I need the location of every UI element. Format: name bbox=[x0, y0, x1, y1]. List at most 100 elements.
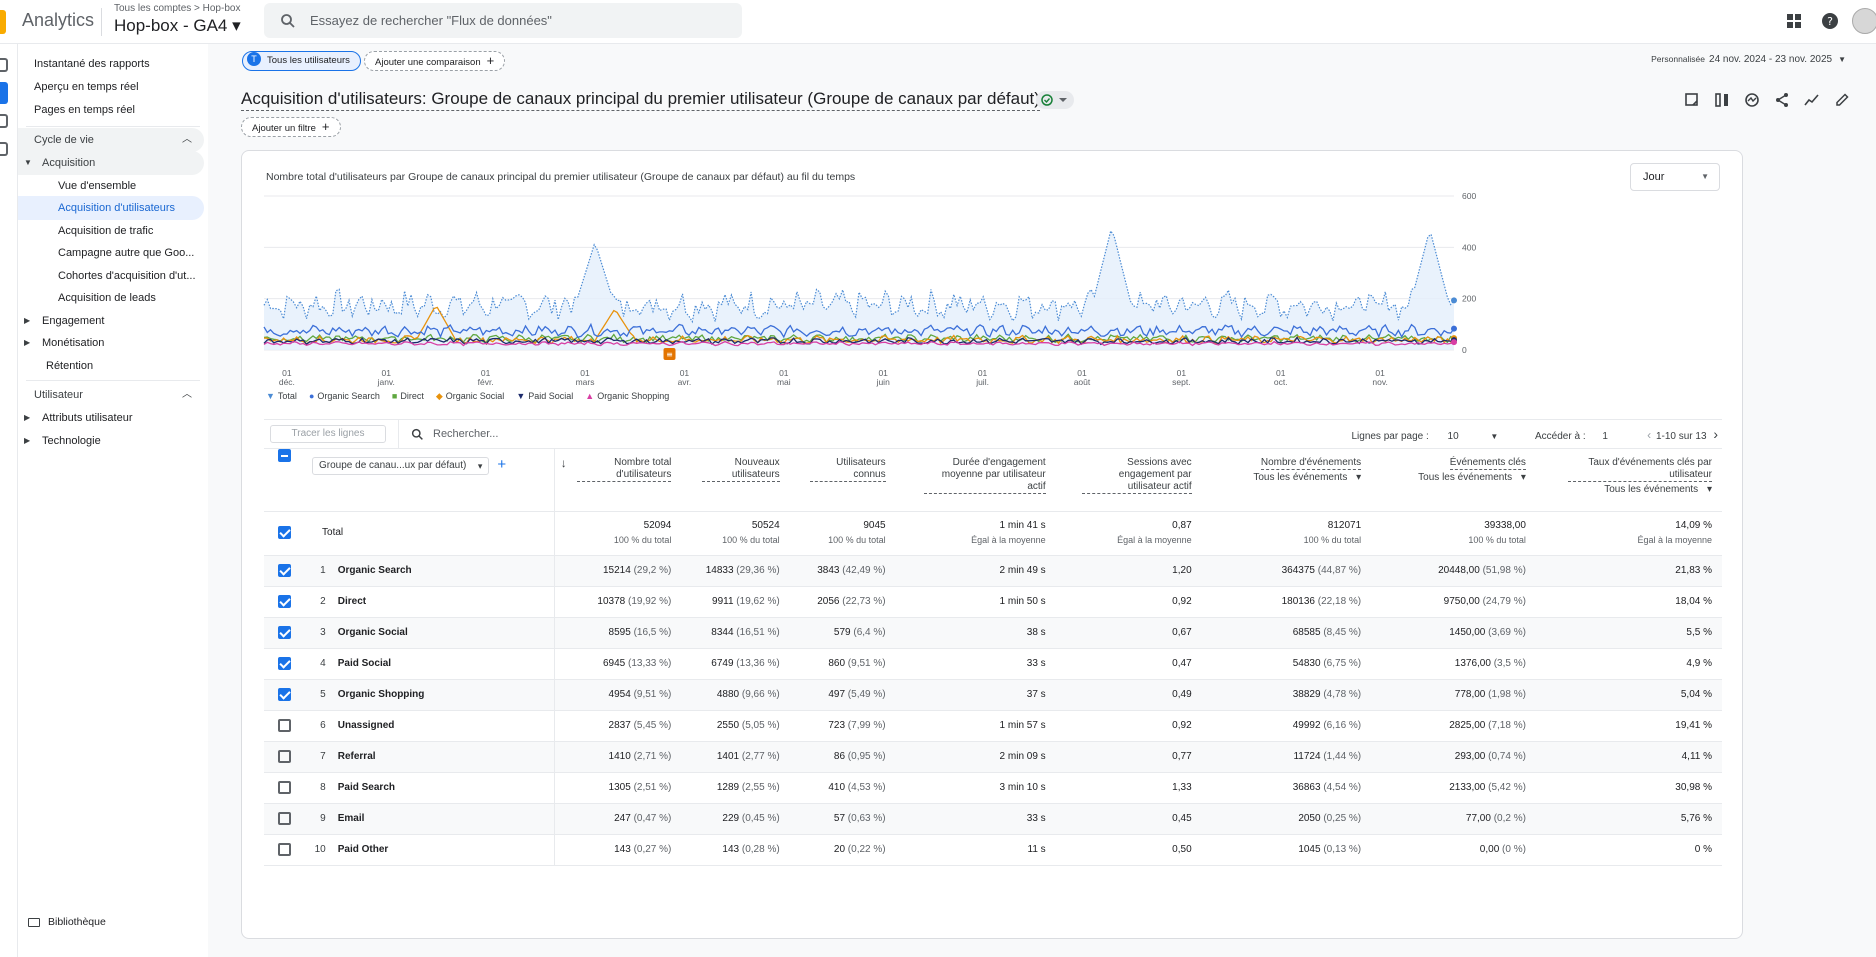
sidebar-item-realtime-overview[interactable]: Aperçu en temps réel bbox=[18, 75, 204, 99]
cell-percentage: (0,63 %) bbox=[845, 813, 886, 824]
top-bar: Analytics Tous les comptes > Hop-box Hop… bbox=[0, 0, 1876, 44]
row-checkbox[interactable] bbox=[277, 843, 291, 856]
trend-icon[interactable] bbox=[1804, 92, 1820, 108]
add-dimension-icon[interactable]: + bbox=[497, 456, 506, 473]
reports-icon[interactable] bbox=[0, 82, 8, 104]
row-checkbox[interactable] bbox=[277, 812, 291, 825]
legend-item[interactable]: ■ Direct bbox=[392, 391, 424, 401]
avatar[interactable] bbox=[1852, 8, 1876, 34]
sidebar-library[interactable]: Bibliothèque bbox=[28, 916, 106, 928]
trace-rows-button[interactable]: Tracer les lignes bbox=[270, 425, 386, 443]
sidebar-item-user-attributes[interactable]: ▶ Attributs utilisateur bbox=[18, 406, 204, 430]
event-select[interactable]: Tous les événements ▾ bbox=[1202, 472, 1361, 484]
sidebar-item-monetisation[interactable]: ▶ Monétisation bbox=[18, 331, 204, 355]
sidebar-item-acquisition-cohorts[interactable]: Cohortes d'acquisition d'ut... bbox=[18, 264, 204, 288]
goto-input[interactable]: 1 bbox=[1602, 422, 1636, 451]
table-cell: 143 (0,28 %) bbox=[681, 834, 790, 866]
advertising-icon[interactable] bbox=[0, 142, 8, 156]
table-row[interactable]: 8 Paid Search 1305 (2,51 %) 1289 (2,55 %) 41… bbox=[264, 772, 1722, 804]
sidebar-item-retention[interactable]: Rétention bbox=[18, 354, 204, 378]
cell-value: 3 min 10 s bbox=[999, 782, 1046, 793]
analytics-logo-icon[interactable] bbox=[0, 10, 6, 34]
column-header[interactable]: Événements clés Tous les événements ▾ bbox=[1371, 449, 1536, 512]
column-header[interactable]: Durée d'engagement moyenne par utilisate… bbox=[895, 449, 1056, 512]
property-selector[interactable]: Hop-box - GA4 ▾ bbox=[114, 16, 241, 36]
sidebar-item-engagement[interactable]: ▶ Engagement bbox=[18, 309, 204, 333]
dimension-select[interactable]: Groupe de canau...ux par défaut) bbox=[312, 457, 490, 475]
sidebar-item-realtime-pages[interactable]: Pages en temps réel bbox=[18, 98, 204, 122]
table-search-input[interactable]: Rechercher... bbox=[398, 420, 798, 449]
table-row[interactable]: 3 Organic Social 8595 (16,5 %) 8344 (16,51 … bbox=[264, 617, 1722, 649]
x-tick-month: août bbox=[1074, 377, 1091, 387]
total-value: 39338,00 bbox=[1484, 520, 1526, 531]
row-checkbox[interactable] bbox=[277, 626, 291, 639]
legend-item[interactable]: ▼ Total bbox=[266, 391, 297, 401]
table-row[interactable]: 4 Paid Social 6945 (13,33 %) 6749 (13,36 %)… bbox=[264, 648, 1722, 680]
column-header[interactable]: Sessions avec engagement par utilisateur… bbox=[1055, 449, 1202, 512]
select-all-checkbox[interactable] bbox=[277, 449, 291, 462]
row-checkbox[interactable] bbox=[277, 719, 291, 732]
sidebar-section-user[interactable]: Utilisateur ︿ bbox=[18, 383, 204, 407]
cell-value: 2825,00 bbox=[1449, 720, 1486, 731]
sidebar-item-non-google-campaign[interactable]: Campagne autre que Goo... bbox=[18, 241, 204, 265]
column-header[interactable]: Nouveaux utilisateurs bbox=[681, 449, 790, 512]
chevron-right-icon[interactable]: › bbox=[1713, 426, 1718, 442]
table-row[interactable]: 2 Direct 10378 (19,92 %) 9911 (19,62 %) 2056… bbox=[264, 586, 1722, 618]
all-users-chip[interactable]: T Tous les utilisateurs bbox=[242, 51, 361, 71]
apps-grid-icon[interactable] bbox=[1784, 11, 1804, 31]
rows-per-page-label: Lignes par page : bbox=[1351, 431, 1429, 442]
sort-arrow-icon[interactable]: ↓ bbox=[561, 457, 567, 469]
compare-icon[interactable] bbox=[1714, 92, 1730, 108]
legend-item[interactable]: ◆ Organic Social bbox=[436, 391, 504, 401]
total-cell: 52094 100 % du total bbox=[554, 511, 682, 556]
sidebar-item-snapshot[interactable]: Instantané des rapports bbox=[18, 52, 204, 76]
pencil-icon[interactable] bbox=[1834, 92, 1850, 108]
legend-item[interactable]: ▲ Organic Shopping bbox=[585, 391, 669, 401]
table-row[interactable]: 10 Paid Other 143 (0,27 %) 143 (0,28 %) 20 (… bbox=[264, 834, 1722, 866]
add-filter-button[interactable]: Ajouter un filtre + bbox=[241, 117, 341, 137]
share-icon[interactable] bbox=[1774, 92, 1790, 108]
column-header[interactable]: Utilisateurs connus bbox=[789, 449, 896, 512]
sidebar-item-traffic-acquisition[interactable]: Acquisition de trafic bbox=[18, 219, 204, 243]
breadcrumb[interactable]: Tous les comptes > Hop-box bbox=[114, 3, 240, 14]
total-checkbox[interactable] bbox=[277, 525, 291, 539]
sidebar-item-lead-acquisition[interactable]: Acquisition de leads bbox=[18, 286, 204, 310]
sidebar-item-technology[interactable]: ▶ Technologie bbox=[18, 429, 204, 453]
granularity-select[interactable]: Jour ▼ bbox=[1630, 163, 1720, 191]
event-select[interactable]: Tous les événements ▾ bbox=[1371, 472, 1526, 484]
chevron-left-icon[interactable]: ‹ bbox=[1647, 428, 1651, 442]
column-header[interactable]: Taux d'événements clés par utilisateur To… bbox=[1535, 449, 1722, 512]
sidebar-section-lifecycle[interactable]: Cycle de vie ︿ bbox=[18, 128, 204, 152]
row-checkbox[interactable] bbox=[277, 657, 291, 670]
search-input[interactable]: Essayez de rechercher "Flux de données" bbox=[264, 3, 742, 38]
row-checkbox[interactable] bbox=[277, 750, 291, 763]
row-checkbox[interactable] bbox=[277, 595, 291, 608]
table-row[interactable]: 7 Referral 1410 (2,71 %) 1401 (2,77 %) 86 (0… bbox=[264, 741, 1722, 773]
date-range-picker[interactable]: Personnalisée 24 nov. 2024 - 23 nov. 2025… bbox=[1651, 54, 1846, 65]
title-status-badge[interactable] bbox=[1036, 91, 1074, 109]
legend-item[interactable]: ● Organic Search bbox=[309, 391, 380, 401]
column-header[interactable]: ↓ Nombre total d'utilisateurs bbox=[554, 449, 682, 512]
column-header[interactable]: Nombre d'événements Tous les événements ▾ bbox=[1201, 449, 1372, 512]
rows-per-page-select[interactable]: 10 bbox=[1440, 422, 1480, 451]
table-row[interactable]: 5 Organic Shopping 4954 (9,51 %) 4880 (9,66… bbox=[264, 679, 1722, 711]
help-icon[interactable]: ? bbox=[1820, 11, 1840, 31]
sidebar-item-acquisition[interactable]: ▼ Acquisition bbox=[18, 151, 204, 175]
event-select[interactable]: Tous les événements ▾ bbox=[1536, 484, 1712, 496]
home-icon[interactable] bbox=[0, 58, 8, 72]
app-name[interactable]: Analytics bbox=[22, 10, 94, 31]
row-checkbox[interactable] bbox=[277, 564, 291, 577]
line-chart[interactable]: 600400200001déc.01janv.01févr.01mars01av… bbox=[242, 191, 1744, 391]
sidebar-item-user-acquisition[interactable]: Acquisition d'utilisateurs bbox=[18, 196, 204, 220]
table-row[interactable]: 6 Unassigned 2837 (5,45 %) 2550 (5,05 %) 723… bbox=[264, 710, 1722, 742]
table-row[interactable]: 9 Email 247 (0,47 %) 229 (0,45 %) 57 (0,63 %… bbox=[264, 803, 1722, 835]
insights-icon[interactable] bbox=[1744, 92, 1760, 108]
edit-comparisons-icon[interactable] bbox=[1684, 92, 1700, 108]
sidebar-item-overview[interactable]: Vue d'ensemble bbox=[18, 174, 204, 198]
add-comparison-button[interactable]: Ajouter une comparaison + bbox=[364, 51, 506, 71]
explore-icon[interactable] bbox=[0, 114, 8, 128]
legend-item[interactable]: ▼ Paid Social bbox=[516, 391, 573, 401]
row-checkbox[interactable] bbox=[277, 781, 291, 794]
row-checkbox[interactable] bbox=[277, 688, 291, 701]
table-row[interactable]: 1 Organic Search 15214 (29,2 %) 14833 (29,3… bbox=[264, 555, 1722, 587]
